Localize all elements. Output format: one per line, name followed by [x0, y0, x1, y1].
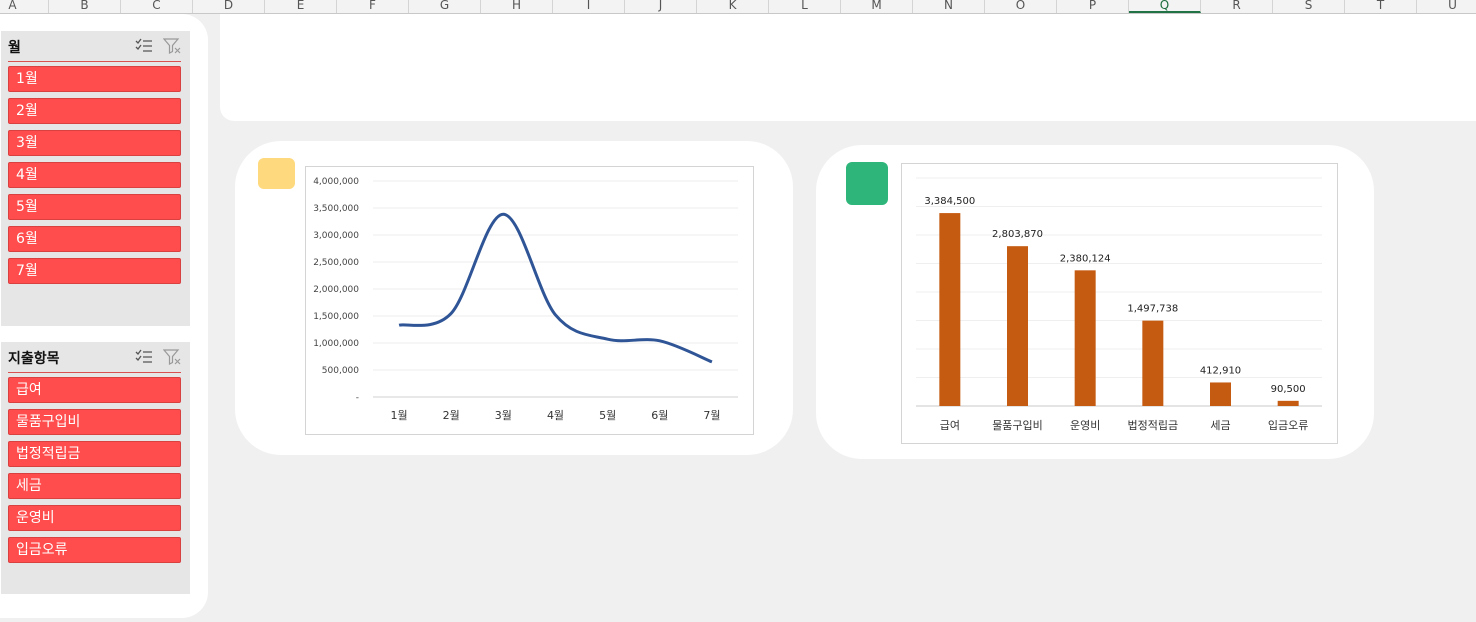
bar-chart-value-label: 90,500 [1271, 384, 1306, 395]
bar-chart-xtick-label: 법정적립금 [1128, 419, 1179, 432]
column-header-j[interactable]: J [625, 0, 697, 13]
month-slicer-item[interactable]: 1월 [8, 66, 181, 92]
month-slicer-title: 월 [8, 40, 21, 56]
expense-slicer-title: 지출항목 [8, 351, 60, 367]
column-header-q[interactable]: Q [1129, 0, 1201, 13]
column-header-bar: ABCDEFGHIJKLMNOPQRSTU [0, 0, 1476, 14]
line-chart-ytick-label: 2,000,000 [313, 285, 359, 295]
bar-chart-bar[interactable] [1007, 246, 1028, 406]
line-chart-ytick-label: 3,500,000 [313, 204, 359, 214]
bar-chart-value-label: 2,380,124 [1060, 253, 1111, 264]
bar-chart-xtick-label: 세금 [1210, 419, 1230, 432]
bar-chart-value-label: 3,384,500 [924, 196, 975, 207]
bar-chart[interactable]: 3,384,500 급여 2,803,870 물품구입비 2,380,124 운영비 1,4… [901, 163, 1338, 444]
multi-select-icon[interactable] [135, 38, 153, 54]
month-slicer: 월 1월 2월 3월 4월 5월 6월 7월 [1, 31, 190, 326]
line-chart-ytick-label: 1,500,000 [313, 312, 359, 322]
line-chart-ytick-label: 500,000 [322, 366, 359, 376]
green-swatch [846, 162, 888, 205]
line-chart-svg: - 500,000 1,000,000 1,500,000 2,000,000 2,500… [313, 177, 738, 422]
line-chart-ytick-label: 3,000,000 [313, 231, 359, 241]
bar-chart-svg: 3,384,500 급여 2,803,870 물품구입비 2,380,124 운영비 1,4… [916, 177, 1322, 432]
line-chart[interactable]: - 500,000 1,000,000 1,500,000 2,000,000 2,500… [305, 166, 754, 435]
column-header-a[interactable]: A [0, 0, 49, 13]
month-slicer-item[interactable]: 2월 [8, 98, 181, 124]
bar-chart-xtick-label: 운영비 [1070, 419, 1100, 432]
line-chart-xtick-label: 5월 [599, 409, 616, 422]
bar-chart-value-label: 412,910 [1200, 365, 1241, 376]
column-header-i[interactable]: I [553, 0, 625, 13]
bar-chart-value-label: 1,497,738 [1127, 304, 1178, 315]
column-header-h[interactable]: H [481, 0, 553, 13]
column-header-g[interactable]: G [409, 0, 481, 13]
yellow-swatch [258, 158, 295, 189]
line-chart-ytick-label: 4,000,000 [313, 177, 359, 187]
bar-chart-bar[interactable] [1074, 270, 1096, 406]
line-chart-series-line[interactable] [398, 212, 713, 364]
bar-chart-value-label: 2,803,870 [992, 229, 1043, 240]
column-header-f[interactable]: F [337, 0, 409, 13]
month-slicer-header: 월 [8, 31, 181, 62]
bar-chart-xtick-label: 물품구입비 [992, 419, 1043, 432]
expense-slicer-item[interactable]: 세금 [8, 473, 181, 499]
column-header-o[interactable]: O [985, 0, 1057, 13]
clear-filter-icon[interactable] [163, 38, 181, 54]
line-chart-xtick-label: 1월 [391, 409, 408, 422]
bar-chart-xtick-label: 급여 [940, 419, 960, 432]
bar-chart-xtick-label: 입금오류 [1268, 419, 1308, 432]
column-header-k[interactable]: K [697, 0, 769, 13]
bar-chart-bar[interactable] [1210, 382, 1231, 406]
line-chart-ytick-label: 2,500,000 [313, 258, 359, 268]
line-chart-xtick-label: 6월 [651, 409, 668, 422]
month-slicer-item[interactable]: 6월 [8, 226, 181, 252]
clear-filter-icon[interactable] [163, 349, 181, 365]
expense-slicer: 지출항목 급여물품구입비법정적립금세금운영비입금오류 [1, 342, 190, 594]
expense-slicer-item[interactable]: 법정적립금 [8, 441, 181, 467]
header-card [220, 14, 1476, 121]
column-header-u[interactable]: U [1417, 0, 1476, 13]
month-slicer-item[interactable]: 4월 [8, 162, 181, 188]
expense-slicer-item[interactable]: 운영비 [8, 505, 181, 531]
expense-slicer-item[interactable]: 급여 [8, 377, 181, 403]
column-header-m[interactable]: M [841, 0, 913, 13]
line-chart-xtick-label: 3월 [495, 409, 512, 422]
month-slicer-item[interactable]: 7월 [8, 258, 181, 284]
column-header-r[interactable]: R [1201, 0, 1273, 13]
multi-select-icon[interactable] [135, 349, 153, 365]
bar-chart-bar[interactable] [939, 213, 961, 406]
column-header-n[interactable]: N [913, 0, 985, 13]
line-chart-ytick-label: 1,000,000 [313, 339, 359, 349]
column-header-e[interactable]: E [265, 0, 337, 13]
line-chart-xtick-label: 4월 [547, 409, 564, 422]
column-header-t[interactable]: T [1345, 0, 1417, 13]
column-header-b[interactable]: B [49, 0, 121, 13]
expense-slicer-item[interactable]: 입금오류 [8, 537, 181, 563]
expense-slicer-header: 지출항목 [8, 342, 181, 373]
line-chart-xtick-label: 7월 [703, 409, 720, 422]
line-chart-xtick-label: 2월 [443, 409, 460, 422]
bar-chart-bar[interactable] [1277, 400, 1299, 406]
column-header-s[interactable]: S [1273, 0, 1345, 13]
expense-slicer-item[interactable]: 물품구입비 [8, 409, 181, 435]
column-header-c[interactable]: C [121, 0, 193, 13]
column-header-p[interactable]: P [1057, 0, 1129, 13]
month-slicer-item[interactable]: 3월 [8, 130, 181, 156]
month-slicer-item[interactable]: 5월 [8, 194, 181, 220]
column-header-d[interactable]: D [193, 0, 265, 13]
bar-chart-bar[interactable] [1142, 320, 1164, 406]
column-header-l[interactable]: L [769, 0, 841, 13]
line-chart-ytick-label: - [356, 393, 359, 403]
